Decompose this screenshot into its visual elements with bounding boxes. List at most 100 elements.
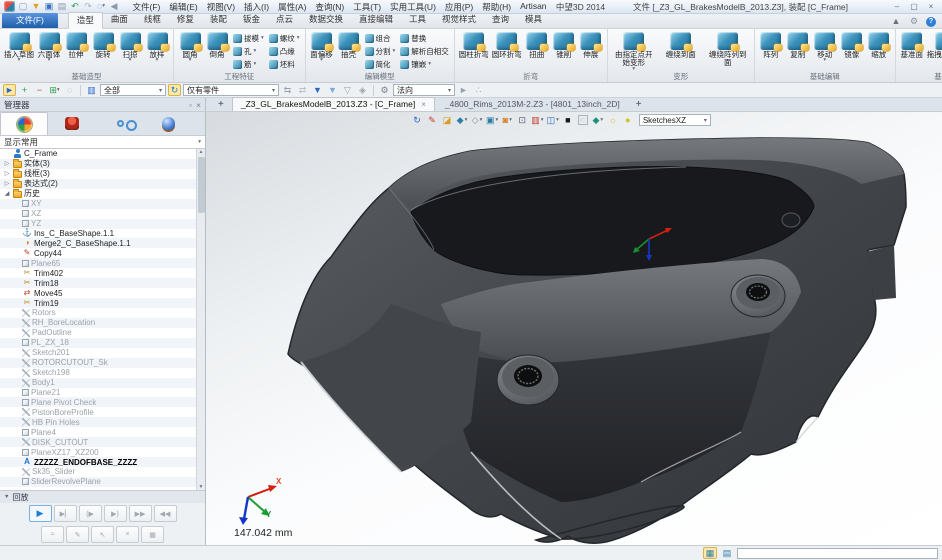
regen-icon[interactable]: ↻: [411, 114, 423, 126]
button-缠绕到面[interactable]: 缠绕到面: [658, 30, 704, 59]
section-view-icon[interactable]: ▥▾: [531, 114, 543, 126]
ribbon-tab-直接编辑[interactable]: 直接编辑: [351, 12, 401, 28]
tree-item-rotors[interactable]: Rotors: [0, 308, 205, 318]
button-圆角[interactable]: 圆角▾: [177, 30, 203, 62]
tree-item-trim18[interactable]: ✂Trim18: [0, 278, 205, 288]
tree-item-xy[interactable]: XY: [0, 199, 205, 209]
expander-icon[interactable]: ◢: [3, 190, 11, 197]
filter-all-select[interactable]: 全部▾: [100, 84, 166, 96]
tree-item-zzzzz-endofbase-zzzz[interactable]: AZZZZZ_ENDOFBASE_ZZZZ: [0, 457, 205, 467]
unpair-icon[interactable]: ⇄: [296, 84, 309, 96]
button-简化[interactable]: 简化: [363, 58, 398, 71]
tree-item-body1[interactable]: Body1: [0, 378, 205, 388]
tree-item-trim402[interactable]: ✂Trim402: [0, 268, 205, 278]
close-panel-icon[interactable]: ×: [196, 100, 201, 110]
edit-replay-button[interactable]: ✎: [66, 526, 89, 543]
menu-artisan[interactable]: Artisan: [516, 1, 551, 13]
spin-icon[interactable]: ◌▾: [95, 1, 107, 12]
tree-item-copy44[interactable]: ✎Copy44: [0, 248, 205, 258]
eraser-icon[interactable]: ✎: [426, 114, 438, 126]
button-孔[interactable]: 孔▾: [231, 45, 266, 58]
new-file-icon[interactable]: ▢: [17, 1, 29, 12]
button-六面体[interactable]: 六面体▾: [36, 30, 62, 62]
button-移动[interactable]: 移动▾: [812, 30, 838, 62]
probe-icon[interactable]: ∴: [472, 84, 485, 96]
ribbon-tab-视觉样式[interactable]: 视觉样式: [434, 12, 484, 28]
doc-tab--z3-gl-brakesmodel[interactable]: _Z3_GL_BrakesModelB_2013.Z3 - [C_Frame]×: [232, 97, 435, 111]
play-from-button[interactable]: (▶: [79, 505, 102, 522]
open-file-icon[interactable]: ▼: [30, 1, 42, 12]
button-复制[interactable]: 复制: [785, 30, 811, 59]
menu-工具-t-[interactable]: 工具(T): [349, 1, 386, 13]
viewport[interactable]: ↻✎◪◆▾◇▾▣▾◙▾⊡▥▾◫▾■■◆▾☼●SketchesXZ▾: [206, 112, 942, 545]
menu-查询-n-[interactable]: 查询(N): [311, 1, 349, 13]
assembly-manager-tab[interactable]: [48, 112, 96, 135]
rewind-button[interactable]: ◀◀: [154, 505, 177, 522]
tree-item-sliderrevolveplane[interactable]: SliderRevolvePlane: [0, 477, 205, 487]
button-组合[interactable]: 组合: [363, 32, 398, 45]
texture-icon[interactable]: ◙▾: [501, 114, 513, 126]
button-拖拽基准面[interactable]: 拖拽基准面: [926, 30, 942, 59]
button-阵列[interactable]: 阵列: [758, 30, 784, 59]
button-面偏移[interactable]: 面偏移▾: [309, 30, 335, 62]
browser-toggle-icon[interactable]: ▦: [703, 547, 717, 559]
tree-item-rotorcutout-sk[interactable]: ROTORCUTOUT_Sk: [0, 358, 205, 368]
menu-文件-f-[interactable]: 文件(F): [128, 1, 165, 13]
pair-icon[interactable]: ⇆: [281, 84, 294, 96]
tree-item-hb-pin-holes[interactable]: HB Pin Holes: [0, 417, 205, 427]
menu-插入-i-[interactable]: 插入(I): [240, 1, 274, 13]
button-扫掠[interactable]: 扫掠▾: [117, 30, 143, 62]
button-镶嵌[interactable]: 镶嵌▾: [398, 58, 451, 71]
filter-face-icon[interactable]: ▼: [326, 84, 339, 96]
tree-item-padoutline[interactable]: PadOutline: [0, 328, 205, 338]
collapse-ribbon-icon[interactable]: ▲: [890, 16, 902, 27]
scroll-down-icon[interactable]: ▼: [199, 484, 204, 490]
button-伸展[interactable]: 伸展: [578, 30, 604, 59]
scroll-thumb[interactable]: [198, 157, 205, 213]
button-替换[interactable]: 替换: [398, 32, 451, 45]
button-倒角[interactable]: 倒角: [204, 30, 230, 59]
white-bg-swatch[interactable]: ■: [577, 114, 589, 126]
tree-filter-select[interactable]: 显示常用 ▾: [0, 136, 205, 149]
ribbon-tab-修复[interactable]: 修复: [169, 12, 202, 28]
tree-item-move45[interactable]: ⇄Move45: [0, 288, 205, 298]
view-selector[interactable]: SketchesXZ▾: [639, 114, 711, 126]
button-拉伸[interactable]: 拉伸: [63, 30, 89, 59]
ribbon-tab-数据交换[interactable]: 数据交换: [301, 12, 351, 28]
button-缠绕阵列到面[interactable]: 缠绕阵列到面: [705, 30, 751, 68]
play-button[interactable]: ▶: [29, 505, 52, 522]
lasso-icon[interactable]: ◌: [63, 84, 76, 96]
button-筋[interactable]: 筋▾: [231, 58, 266, 71]
pick-secondary-icon[interactable]: ►: [457, 84, 470, 96]
black-bg-swatch[interactable]: ■: [562, 114, 574, 126]
wireframe-mode-icon[interactable]: ◇▾: [471, 114, 483, 126]
tree-item-trim19[interactable]: ✂Trim19: [0, 298, 205, 308]
button-螺纹[interactable]: 螺纹▾: [267, 32, 302, 45]
button-放样[interactable]: 放样▾: [144, 30, 170, 62]
tree-item-历史[interactable]: ◢历史: [0, 189, 205, 199]
filter-edge-icon[interactable]: ▽: [341, 84, 354, 96]
ribbon-tab-点云[interactable]: 点云: [268, 12, 301, 28]
ribbon-tab-装配[interactable]: 装配: [202, 12, 235, 28]
output-toggle-icon[interactable]: ▤: [720, 547, 734, 559]
view-orb-icon[interactable]: ●: [622, 114, 634, 126]
entity-filter-select[interactable]: 仅有零件▾: [183, 84, 279, 96]
ribbon-tab-模具[interactable]: 模具: [517, 12, 550, 28]
button-锥削[interactable]: 锥削: [551, 30, 577, 59]
new-tab-button[interactable]: +: [630, 99, 648, 111]
tree-item-sk35-slider[interactable]: Sk35_Slider: [0, 467, 205, 477]
undo-icon[interactable]: ↶: [69, 1, 81, 12]
ghost-icon[interactable]: ◈: [356, 84, 369, 96]
tree-item-sketch198[interactable]: Sketch198: [0, 368, 205, 378]
redo-icon[interactable]: ↷: [82, 1, 94, 12]
visibility-manager-tab[interactable]: [96, 112, 144, 135]
settings-icon[interactable]: ⚙: [908, 16, 920, 27]
ribbon-tab-查询[interactable]: 查询: [484, 12, 517, 28]
menu-应用-p-[interactable]: 应用(P): [440, 1, 477, 13]
replay-header[interactable]: ▼ 回放: [0, 491, 205, 503]
tree-item-yz[interactable]: YZ: [0, 219, 205, 229]
bulb-icon[interactable]: ☼: [607, 114, 619, 126]
add-box-icon[interactable]: ⊞▾: [48, 84, 61, 96]
expander-icon[interactable]: ▷: [3, 160, 11, 167]
tree-item-rh-borelocation[interactable]: RH_BoreLocation: [0, 318, 205, 328]
